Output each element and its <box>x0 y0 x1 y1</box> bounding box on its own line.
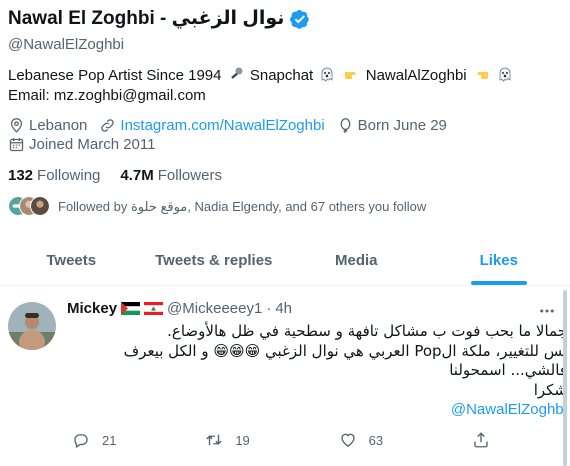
tweet-timestamp[interactable]: 4h <box>275 300 292 317</box>
pointing-right-emoji-icon <box>344 72 356 79</box>
balloon-icon <box>340 118 351 134</box>
tab-tweets[interactable]: Tweets <box>0 236 143 285</box>
birthday-text: Born June 29 <box>357 117 447 134</box>
followers-count: 4.7M <box>120 167 154 184</box>
tweet-line: بس للتغيير، ملكة الPop العربي هي نوال ال… <box>123 341 567 360</box>
profile-name-row: Nawal El Zoghbi - نوال الزغبي <box>8 7 310 30</box>
profile-tabs: Tweets Tweets & replies Media Likes <box>0 236 570 286</box>
tweet-text: جمالا ما بحب فوت ب مشاكل تافهة و سطحية ف… <box>67 322 567 420</box>
location-item: Lebanon <box>8 117 87 134</box>
ghost-emoji-icon <box>499 67 511 82</box>
tweet-author-name[interactable]: Mickey <box>67 300 117 317</box>
follower-avatar <box>30 196 50 216</box>
more-options-icon[interactable] <box>538 302 556 320</box>
profile-name: Nawal El Zoghbi - نوال الزغبي <box>8 8 285 29</box>
profile-joined-row: Joined March 2011 <box>8 136 167 153</box>
tweet-header: Mickey @Mickeeeey1 · 4h <box>67 300 292 317</box>
bio-email: mz.zoghbi@gmail.com <box>53 87 206 104</box>
location-pin-icon <box>10 118 23 133</box>
bio-text-2: Snapchat <box>249 67 314 84</box>
tweet-line: جمالا ما بحب فوت ب مشاكل تافهة و سطحية ف… <box>167 322 567 340</box>
share-icon <box>474 432 488 448</box>
location-text: Lebanon <box>29 117 88 134</box>
reply-count: 21 <box>102 432 117 448</box>
website-item[interactable]: Instagram.com/NawalElZoghbi <box>99 117 325 134</box>
joined-text: Joined March 2011 <box>29 136 156 153</box>
tweet-separator: · <box>266 300 272 317</box>
lebanon-flag-icon <box>144 302 164 315</box>
reply-button[interactable]: 21 <box>72 431 142 449</box>
pointing-left-emoji-icon <box>477 72 488 79</box>
follow-stats: 132 Following 4.7M Followers <box>8 167 222 184</box>
tweet-line: فالشي... اسمحولنا <box>449 361 567 379</box>
joined-item: Joined March 2011 <box>8 136 155 153</box>
website-link[interactable]: Instagram.com/NawalElZoghbi <box>120 117 324 134</box>
followed-by-row[interactable]: Followed by موقع حلوة, Nadia Elgendy, an… <box>8 196 426 218</box>
profile-handle: @NawalElZoghbi <box>8 36 125 53</box>
heart-icon <box>340 433 355 447</box>
avatar[interactable] <box>8 302 56 350</box>
like-count: 63 <box>368 432 384 448</box>
following-label: Following <box>37 167 101 184</box>
followed-by-text[interactable]: Followed by موقع حلوة, Nadia Elgendy, an… <box>58 199 426 215</box>
retweet-icon <box>206 434 222 446</box>
microphone-emoji-icon <box>231 67 243 79</box>
followed-by-avatars <box>8 196 50 218</box>
reply-icon <box>74 434 88 448</box>
calendar-icon <box>9 138 24 152</box>
following-count: 132 <box>8 167 34 184</box>
like-button[interactable]: 63 <box>339 431 409 449</box>
retweet-count: 19 <box>235 432 250 448</box>
profile-meta-row: Lebanon Instagram.com/NawalElZoghbi Born… <box>8 117 459 134</box>
following-link[interactable]: 132 Following <box>8 167 100 184</box>
tweet-line: شكرا <box>533 380 567 399</box>
share-button[interactable] <box>472 431 542 449</box>
link-icon <box>101 119 115 132</box>
bio-text-4: Email: <box>8 87 50 104</box>
palestine-flag-icon <box>121 302 141 315</box>
scrollbar[interactable] <box>562 290 568 466</box>
birthday-item: Born June 29 <box>337 117 447 134</box>
tweet-actions: 21 19 63 <box>72 431 542 449</box>
followers-link[interactable]: 4.7M Followers <box>120 167 222 184</box>
tab-tweets-replies[interactable]: Tweets & replies <box>143 236 286 285</box>
bio-text-3: NawalAlZoghbi <box>365 67 467 84</box>
retweet-button[interactable]: 19 <box>205 431 275 449</box>
profile-bio: Lebanese Pop Artist Since 1994 Snapchat … <box>8 66 558 106</box>
tab-likes[interactable]: Likes <box>428 236 570 285</box>
followers-label: Followers <box>157 167 222 184</box>
tab-media[interactable]: Media <box>285 236 428 285</box>
verified-badge-icon <box>290 9 310 29</box>
ghost-emoji-icon <box>322 67 333 82</box>
tweet[interactable]: Mickey @Mickeeeey1 · 4h جمالا ما بحب فوت… <box>0 290 570 466</box>
tweet-mention[interactable]: @NawalElZoghbi <box>67 400 567 420</box>
bio-text-1: Lebanese Pop Artist Since 1994 <box>8 67 222 84</box>
tweet-author-handle[interactable]: @Mickeeeey1 <box>167 300 262 317</box>
